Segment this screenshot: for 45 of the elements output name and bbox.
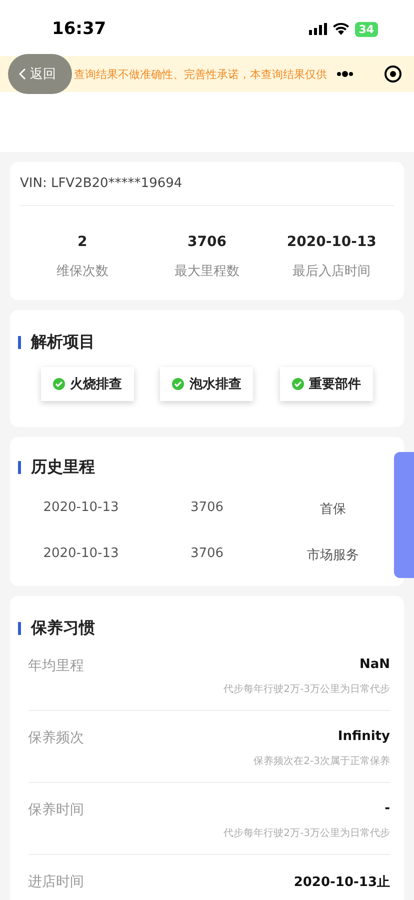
table-cell-text: 市场服务 xyxy=(306,547,360,564)
stat-value: 2020-10-13 xyxy=(286,234,378,250)
row-note: 代步每年行驶2万-3万公里为日常代步 xyxy=(224,826,390,840)
check-item[interactable]: 泡水排查 xyxy=(160,367,254,401)
vin-text: VIN: LFV2B20*****19694 xyxy=(20,176,394,206)
row-label: 保养时间 xyxy=(28,801,84,820)
row-value: 2020-10-13止 xyxy=(294,874,390,891)
row-note: 保养频次在2-3次属于正常保养 xyxy=(254,754,390,768)
signal-icon xyxy=(308,23,327,35)
section-title: 保养习惯 xyxy=(31,618,95,639)
check-item[interactable]: 重要部件 xyxy=(280,367,373,401)
wifi-icon xyxy=(332,23,349,35)
section-title: 历史里程 xyxy=(31,457,95,478)
title-accent xyxy=(18,461,21,474)
row-note: 代步每年行驶2万-3万公里为日常代步 xyxy=(224,682,390,696)
stat-value: 3706 xyxy=(186,234,228,250)
table-cell-text: 2020-10-13 xyxy=(42,546,120,563)
stat-value: 2 xyxy=(76,234,88,250)
battery-level: 34 xyxy=(354,22,378,36)
row-value: Infinity xyxy=(338,729,390,744)
side-handle[interactable] xyxy=(394,452,414,578)
stat-label: 维保次数 xyxy=(55,263,110,280)
row-value: NaN xyxy=(359,657,390,672)
section-title: 解析项目 xyxy=(31,332,95,353)
row-label: 保养频次 xyxy=(28,729,84,748)
stat-label: 最后入店时间 xyxy=(292,263,372,280)
row-label: 年均里程 xyxy=(28,657,84,676)
check-circle-icon xyxy=(292,378,304,390)
more-icon[interactable] xyxy=(336,71,354,77)
check-circle-icon xyxy=(172,378,184,390)
title-accent xyxy=(18,336,21,349)
table-cell-text: 2020-10-13 xyxy=(42,500,120,517)
chevron-left-icon xyxy=(18,68,26,80)
table-cell-text: 3706 xyxy=(189,546,225,563)
stat-label: 最大里程数 xyxy=(173,263,240,280)
table-cell-text: 3706 xyxy=(189,500,225,517)
disclaimer-text: 查询结果不做准确性、完善性承诺，本查询结果仅供 xyxy=(74,66,327,82)
close-target-icon[interactable] xyxy=(384,65,402,83)
row-value: - xyxy=(384,801,390,816)
row-label: 进店时间 xyxy=(28,873,84,891)
table-cell-text: 首保 xyxy=(319,501,347,518)
title-accent xyxy=(18,622,21,635)
status-time: 16:37 xyxy=(52,19,106,39)
check-item[interactable]: 火烧排查 xyxy=(41,367,134,401)
check-circle-icon xyxy=(53,378,66,390)
